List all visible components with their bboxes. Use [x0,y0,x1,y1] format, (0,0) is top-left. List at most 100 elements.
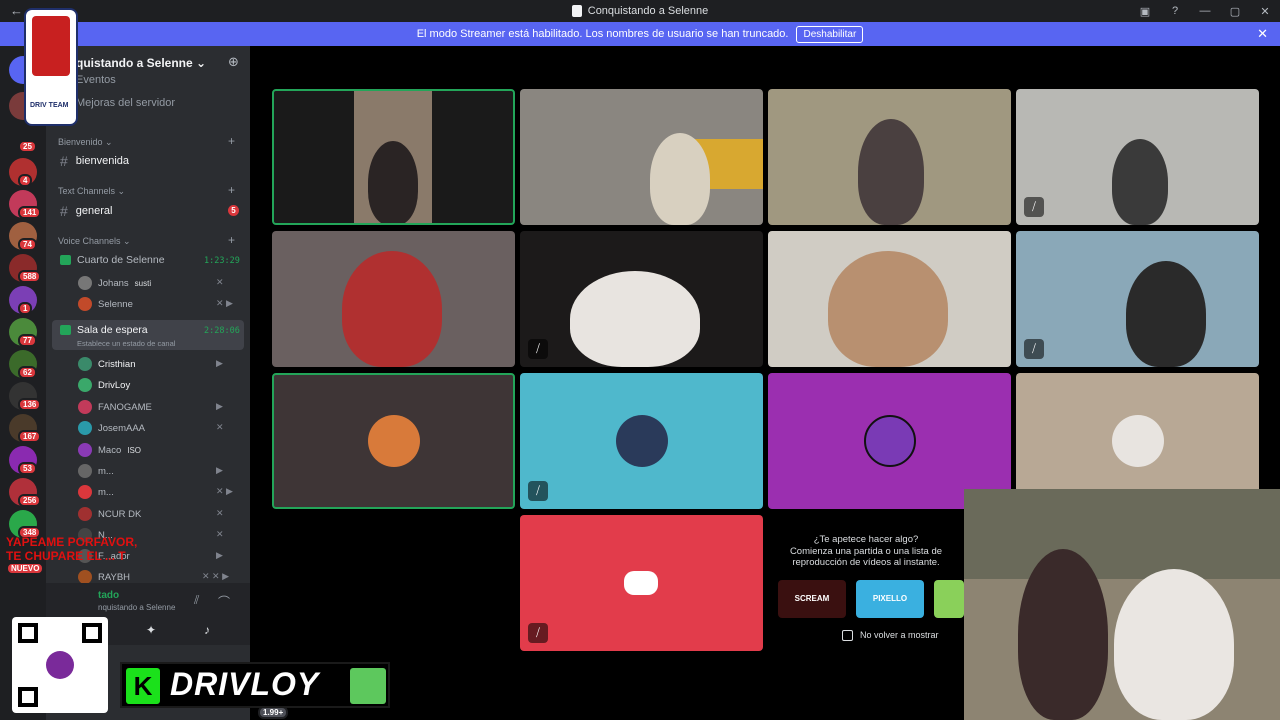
yape-logo-icon [46,651,74,679]
video-icon: ▶ [216,401,223,411]
video-icon: ▶ [216,550,223,560]
participant [828,251,948,367]
help-icon[interactable]: ? [1160,5,1190,17]
minimize-button[interactable]: — [1190,5,1220,17]
video-tile[interactable] [272,89,515,225]
participant [1126,261,1206,367]
video-tile[interactable]: ⧸ [1016,231,1259,367]
window-title-text: Conquistando a Selenne [587,5,709,17]
driv-team-logo: DRIV TEAM [24,8,78,126]
invite-icon[interactable]: ⊕ [228,54,239,70]
unread-badge: 5 [228,205,239,216]
category-label: Text Channels [58,186,116,196]
server-badge: 74 [18,238,37,251]
avatar-tile[interactable] [272,373,515,509]
qr-marker [18,687,38,707]
participant [368,141,418,223]
voice-user[interactable]: m... [78,464,114,478]
channel-bienvenida[interactable]: # bienvenida [60,153,129,169]
dont-show-label: No volver a mostrar [860,630,939,640]
voice-user[interactable]: Maco ISO [78,443,141,457]
muted-icon: ⧸ [528,481,548,501]
soundboard-icon[interactable]: ♪ [204,623,210,637]
participant [650,133,710,225]
new-badge: NUEVO [6,562,45,575]
voice-user[interactable]: Selenne [78,297,133,311]
close-window-button[interactable]: ✕ [1250,5,1280,18]
hash-icon: # [60,153,68,169]
window-controls: ▣ ? — ▢ ✕ [1130,0,1280,22]
server-badge: 53 [18,462,37,475]
game-card[interactable]: PIXELLO [856,580,924,618]
server-boosts-link[interactable]: Mejoras del servidor [76,97,175,109]
video-tile[interactable] [768,89,1011,225]
channel-general[interactable]: # general [60,203,113,219]
video-tile[interactable]: ⧸ [1016,89,1259,225]
game-card[interactable] [934,580,964,618]
video-tile[interactable]: ⧸ [520,231,763,367]
voice-user[interactable]: FANOGAME [78,400,152,414]
streamer-webcam [964,489,1280,720]
activities-icon[interactable]: ✦ [146,623,156,637]
voice-user[interactable]: DrivLoy [78,378,130,392]
voice-user[interactable]: Johans susti [78,276,151,290]
channel-status[interactable]: Establece un estado de canal [77,339,175,348]
category-welcome[interactable]: Bienvenido ⌄ [58,137,113,148]
speaker-icon [60,325,71,335]
user-name: Cristhian [98,358,136,370]
discord-logo-icon [624,571,658,595]
add-channel-icon[interactable]: + [228,233,235,247]
voice-user[interactable]: JosemAAA [78,421,145,435]
logo-figure [32,16,70,76]
participant [858,119,924,225]
hash-icon: # [60,203,68,219]
user-name: Johans [98,277,129,289]
user-name: m... [98,486,114,498]
window-title: Conquistando a Selenne [571,5,709,17]
voice-user[interactable]: Cristhian [78,357,136,371]
mute-video-icons: ✕ ▶ [216,298,233,308]
add-channel-icon[interactable]: + [228,183,235,197]
add-channel-icon[interactable]: + [228,134,235,148]
server-badge: 4 [18,174,33,187]
back-arrow-icon[interactable]: ← [10,3,23,18]
mute-icon: ✕ [216,508,224,518]
category-text[interactable]: Text Channels ⌄ [58,186,125,197]
inbox-icon[interactable]: ▣ [1130,5,1160,18]
video-tile[interactable] [272,231,515,367]
server-name: quistando a Selenne [76,56,193,70]
mute-icon: ✕ [216,529,224,539]
server-badge: 62 [18,366,37,379]
video-tile[interactable] [768,231,1011,367]
server-badge: 167 [18,430,42,443]
speaker-icon [60,255,71,265]
brand-avatar [350,668,386,704]
game-card[interactable]: SCREAM [778,580,846,618]
participant-avatar [1111,415,1164,467]
disconnect-icon[interactable]: ⌒ [218,593,230,610]
video-icon: ▶ [216,358,223,368]
events-link[interactable]: Eventos [76,74,116,86]
voice-user[interactable]: RAYBH [78,570,130,584]
server-badge: 136 [18,398,42,411]
video-tile[interactable] [520,89,763,225]
disable-streamer-button[interactable]: Deshabilitar [796,25,864,43]
donation-overlay-text: YAPEAME PORFAVOR, TE CHUPARE EL ... T [6,535,137,563]
avatar [78,421,92,435]
voice-channel-cuarto[interactable]: Cuarto de Selenne [60,254,165,266]
voice-channel-sala[interactable]: Sala de espera [60,324,148,336]
qr-code [12,617,108,713]
avatar-tile[interactable]: ⧸ [520,373,763,509]
voice-settings-icon[interactable]: ⫽ [194,593,199,608]
webcam-background [964,489,1280,579]
avatar-tile[interactable]: ⧸ [520,515,763,651]
server-name-header[interactable]: quistando a Selenne ⌄ [76,56,206,70]
dont-show-checkbox[interactable] [842,630,853,641]
voice-user[interactable]: m... [78,485,114,499]
close-banner-icon[interactable]: ✕ [1257,26,1268,42]
avatar [78,357,92,371]
maximize-button[interactable]: ▢ [1220,5,1250,18]
category-voice[interactable]: Voice Channels ⌄ [58,236,131,247]
voice-user[interactable]: NCUR DK [78,507,141,521]
muted-icon: ⧸ [1024,197,1044,217]
